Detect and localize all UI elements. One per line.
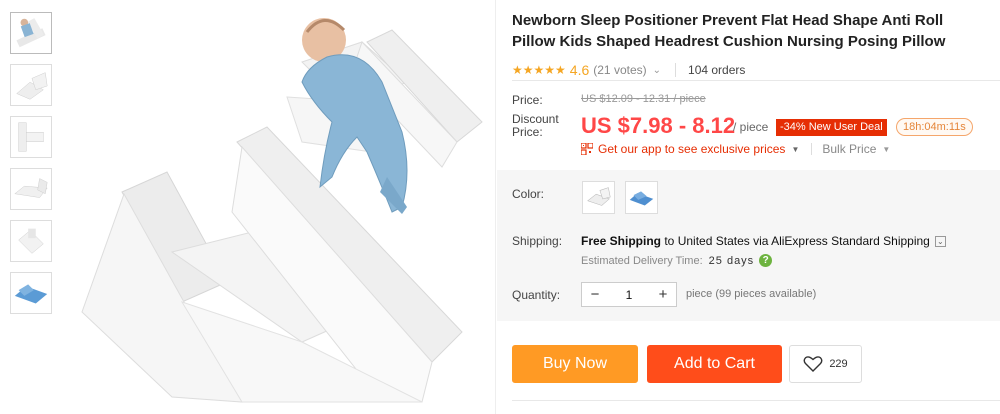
original-price: US $12.09 - 12.31 / piece: [581, 93, 706, 105]
qr-code-icon: [581, 143, 593, 155]
product-info: Newborn Sleep Positioner Prevent Flat He…: [512, 10, 992, 80]
wishlist-button[interactable]: 229: [789, 345, 862, 383]
app-promo[interactable]: Get our app to see exclusive prices ▼ Bu…: [581, 142, 890, 156]
countdown-timer: 18h:04m:11s: [896, 118, 973, 136]
caret-down-icon[interactable]: ▼: [882, 145, 890, 154]
divider: [512, 400, 1000, 401]
rating-value[interactable]: 4.6: [570, 62, 589, 78]
delivery-days: 25 days: [708, 254, 755, 267]
thumbnail-list: [10, 12, 54, 324]
orders-count: 104 orders: [688, 63, 746, 77]
color-option-blue[interactable]: [625, 181, 658, 214]
chevron-down-icon[interactable]: ⌄: [653, 65, 661, 76]
heart-icon: [803, 356, 823, 372]
buy-now-button[interactable]: Buy Now: [512, 345, 638, 383]
quantity-stepper: − 1 +: [581, 282, 677, 307]
rating-row: ★★★★★ 4.6 (21 votes) ⌄ 104 orders: [512, 60, 992, 80]
bulk-price-link[interactable]: Bulk Price: [822, 142, 876, 156]
decrement-button[interactable]: −: [582, 286, 608, 303]
shipping-destination: United States via AliExpress Standard Sh…: [677, 234, 930, 248]
votes-count[interactable]: (21 votes): [593, 63, 646, 77]
shipping-label: Shipping:: [512, 234, 563, 248]
separator: [811, 143, 813, 155]
rating-stars-icon: ★★★★★: [512, 63, 566, 77]
thumbnail-3[interactable]: [10, 116, 52, 158]
wishlist-count: 229: [829, 358, 848, 370]
discount-label-2: Price:: [512, 125, 543, 139]
separator: [675, 63, 677, 77]
color-label: Color:: [512, 187, 545, 201]
thumbnail-5[interactable]: [10, 220, 52, 262]
help-icon[interactable]: ?: [759, 254, 773, 267]
current-price: US $7.98 - 8.12: [581, 113, 736, 138]
app-promo-text[interactable]: Get our app to see exclusive prices: [598, 142, 785, 156]
thumbnail-4[interactable]: [10, 168, 52, 210]
add-to-cart-button[interactable]: Add to Cart: [647, 345, 782, 383]
deal-badge: -34% New User Deal: [776, 119, 887, 136]
thumbnail-6[interactable]: [10, 272, 52, 314]
divider: [495, 0, 496, 414]
caret-down-icon[interactable]: ▼: [791, 145, 799, 154]
delivery-estimate: Estimated Delivery Time: 25 days ?: [581, 254, 773, 267]
shipping-to: to: [661, 234, 678, 248]
thumbnail-2[interactable]: [10, 64, 52, 106]
delivery-label: Estimated Delivery Time:: [581, 254, 703, 267]
price-unit: / piece: [733, 120, 769, 134]
quantity-input[interactable]: 1: [608, 288, 650, 302]
free-shipping-text: Free Shipping: [581, 234, 662, 248]
divider: [512, 80, 1000, 81]
color-option-white[interactable]: [582, 181, 615, 214]
increment-button[interactable]: +: [650, 286, 676, 303]
quantity-label: Quantity:: [512, 288, 561, 302]
price-label: Price:: [512, 93, 543, 107]
quantity-available: piece (99 pieces available): [686, 288, 817, 300]
shipping-info: Free Shipping to United States via AliEx…: [581, 234, 946, 248]
thumbnail-1[interactable]: [10, 12, 52, 54]
product-title: Newborn Sleep Positioner Prevent Flat He…: [512, 12, 946, 50]
product-main-image[interactable]: [62, 2, 492, 410]
chevron-down-icon[interactable]: ⌄: [934, 235, 946, 247]
